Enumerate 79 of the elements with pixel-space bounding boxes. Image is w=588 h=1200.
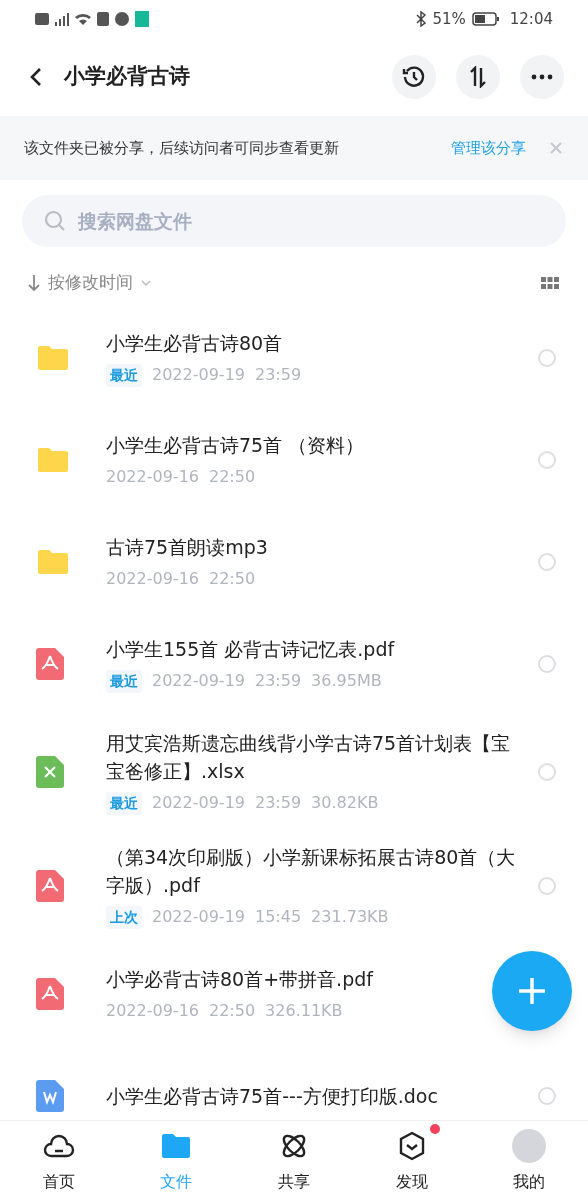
file-time: 23:59 (255, 792, 302, 814)
file-size: 30.82KB (311, 792, 379, 814)
battery-percent: 51% (432, 8, 466, 30)
file-time: 22:50 (209, 1000, 256, 1022)
file-time: 22:50 (209, 466, 256, 488)
grid-view-button[interactable] (540, 275, 560, 291)
page-title: 小学必背古诗 (64, 63, 191, 91)
folder-icon (161, 1131, 192, 1160)
tag: 最近 (106, 791, 142, 815)
back-icon (30, 67, 42, 87)
file-name: （第34次印刷版）小学新课标拓展古诗80首（大字版）.pdf (106, 845, 517, 898)
more-button[interactable] (520, 55, 564, 99)
file-name: 用艾宾浩斯遗忘曲线背小学古诗75首计划表【宝宝爸修正】.xlsx (106, 731, 512, 784)
file-time: 23:59 (255, 670, 302, 692)
document-icon (36, 1080, 64, 1112)
file-size: 326.11KB (265, 1000, 343, 1022)
folder-icon (36, 446, 70, 474)
grid-icon (541, 277, 559, 289)
file-row[interactable]: 小学必背古诗80首+带拼音.pdf 2022-09-16 22:50 326.11KB (0, 943, 588, 1045)
file-name: 小学生必背古诗75首 （资料） (106, 433, 366, 458)
caret-icon (141, 279, 151, 287)
file-time: 15:45 (255, 906, 302, 928)
tag: 最近 (106, 363, 142, 387)
wifi-icon (75, 13, 91, 25)
file-name: 小学生必背古诗80首 (106, 331, 284, 356)
file-row[interactable]: 小学生必背古诗75首---方便打印版.doc (0, 1045, 588, 1120)
alarm-icon (115, 12, 129, 26)
folder-icon (36, 344, 70, 372)
file-date: 2022-09-19 (152, 906, 245, 928)
file-row[interactable]: 小学生必背古诗75首 （资料） 2022-09-16 22:50 (0, 409, 588, 511)
file-name: 小学必背古诗80首+带拼音.pdf (106, 967, 375, 992)
spreadsheet-icon (36, 756, 64, 788)
nav-tab[interactable]: 首页 (0, 1121, 118, 1200)
app-notification-icon (135, 11, 149, 27)
file-date: 2022-09-19 (152, 670, 245, 692)
folder-icon (36, 548, 70, 576)
arrow-down-icon (28, 274, 40, 292)
sort-button[interactable] (456, 55, 500, 99)
file-date: 2022-09-16 (106, 568, 199, 590)
file-row[interactable]: 古诗75首朗读mp3 2022-09-16 22:50 (0, 511, 588, 613)
history-button[interactable] (392, 55, 436, 99)
file-date: 2022-09-16 (106, 466, 199, 488)
file-date: 2022-09-19 (152, 792, 245, 814)
avatar (512, 1128, 547, 1163)
tag: 最近 (106, 669, 142, 693)
hd-icon (35, 13, 49, 25)
file-date: 2022-09-16 (106, 1000, 199, 1022)
file-name: 古诗75首朗读mp3 (106, 535, 269, 560)
pdf-icon (36, 870, 64, 902)
nfc-icon (97, 12, 109, 26)
file-time: 22:50 (209, 568, 256, 590)
cube-icon (397, 1130, 426, 1161)
pdf-icon (36, 978, 64, 1010)
file-row[interactable]: 小学生必背古诗80首 最近 2022-09-19 23:59 (0, 307, 588, 409)
clock-time: 12:04 (509, 8, 553, 30)
nav-tab[interactable]: 我的 (470, 1121, 588, 1200)
bluetooth-icon (416, 11, 427, 27)
file-size: 36.95MB (311, 670, 382, 692)
banner-text: 该文件夹已被分享，后续访问者可同步查看更新 (24, 137, 340, 159)
file-date: 2022-09-19 (152, 364, 245, 386)
history-icon (402, 65, 426, 89)
nav-tab[interactable]: 发现 (352, 1121, 471, 1200)
signal-icon (55, 12, 69, 26)
nav-tab[interactable]: 共享 (235, 1121, 353, 1200)
file-row[interactable]: 用艾宾浩斯遗忘曲线背小学古诗75首计划表【宝宝爸修正】.xlsx 最近 2022-09-19 23:59 30.82KB (0, 715, 588, 829)
plus-icon (516, 975, 548, 1007)
file-size: 231.73KB (311, 906, 389, 928)
battery-icon (471, 12, 500, 26)
file-name: 小学生155首 必背古诗记忆表.pdf (106, 637, 396, 662)
file-row[interactable]: 小学生155首 必背古诗记忆表.pdf 最近 2022-09-19 23:59 36.95MB (0, 613, 588, 715)
close-button[interactable] (548, 140, 564, 156)
file-name: 小学生必背古诗75首---方便打印版.doc (106, 1084, 439, 1109)
file-row[interactable]: （第34次印刷版）小学新课标拓展古诗80首（大字版）.pdf 上次 2022-09-19 15:45 231.73KB (0, 829, 588, 943)
sort-order-button[interactable]: 按修改时间 (28, 270, 151, 296)
file-time: 23:59 (255, 364, 302, 386)
search-icon (44, 210, 66, 232)
tag: 上次 (106, 905, 142, 929)
more-icon (531, 74, 553, 80)
pdf-icon (36, 648, 64, 680)
